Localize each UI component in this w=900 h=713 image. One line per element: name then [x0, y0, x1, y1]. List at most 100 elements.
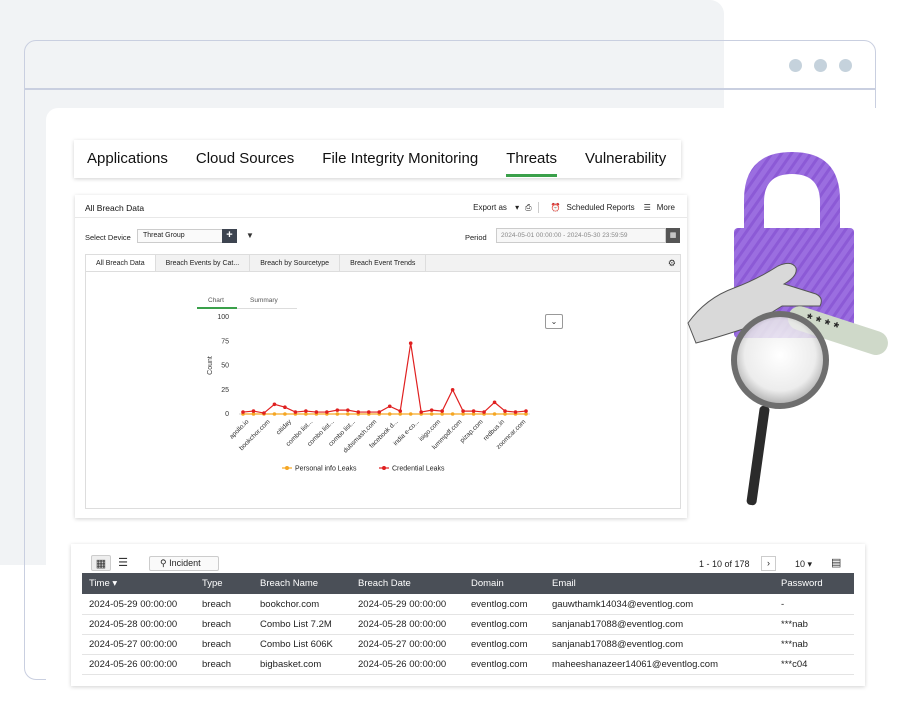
cell-domain: eventlog.com [471, 599, 528, 610]
calendar-icon[interactable]: ▦ [666, 228, 680, 243]
window-dot-3 [839, 59, 852, 72]
period-label: Period [465, 233, 487, 242]
cell-domain: eventlog.com [471, 639, 528, 650]
column-header-password[interactable]: Password [781, 573, 823, 594]
data-point [325, 410, 329, 414]
column-header-email[interactable]: Email [552, 573, 576, 594]
data-point [335, 412, 340, 416]
data-point [429, 408, 434, 412]
table-row[interactable]: 2024-05-28 00:00:00 breach Combo List 7.… [82, 615, 854, 635]
browser-title-bar-divider [24, 88, 876, 90]
cell-password: - [781, 599, 785, 610]
legend-label: Credential Leaks [392, 466, 445, 473]
cell-breach-date: 2024-05-29 00:00:00 [358, 599, 447, 610]
y-tick-label: 100 [217, 314, 229, 321]
cell-type: breach [202, 659, 232, 670]
data-point [450, 412, 455, 416]
breach-table-card: ▦ ☰ ⚲ Incident 1 - 10 of 178 › 10 ▾ ▤ Ti… [71, 544, 865, 686]
data-point [398, 409, 403, 413]
column-header-type[interactable]: Type [202, 573, 223, 594]
per-page-value: 10 [795, 559, 806, 569]
cell-password: ***nab [781, 619, 808, 630]
main-tab-bar: Applications Cloud Sources File Integrit… [74, 140, 681, 178]
cell-email: maheeshanazeer14061@eventlog.com [552, 659, 718, 670]
y-axis-label: Count [207, 356, 214, 375]
column-header-breach-date[interactable]: Breach Date [358, 573, 411, 594]
data-point [262, 411, 266, 415]
data-point [408, 412, 413, 416]
cell-time: 2024-05-29 00:00:00 [89, 599, 178, 610]
data-point [272, 402, 277, 407]
cell-email: gauwthamk14034@eventlog.com [552, 599, 694, 610]
more-icon: ☰ [643, 203, 651, 212]
data-point [482, 410, 486, 414]
filter-icon[interactable]: ▼ [246, 231, 254, 240]
data-point [356, 410, 361, 414]
cell-time: 2024-05-27 00:00:00 [89, 639, 178, 650]
column-settings-icon[interactable]: ▤ [831, 556, 841, 569]
cell-password: ***nab [781, 639, 808, 650]
tab-applications[interactable]: Applications [87, 140, 168, 178]
report-panel: All Breach Data Breach Events by Cat... … [85, 254, 681, 509]
data-point [241, 410, 245, 414]
breach-data-card: All Breach Data Export as ▾ ⎙ ⏰ Schedule… [75, 195, 687, 518]
cell-password: ***c04 [781, 659, 808, 670]
data-point [366, 410, 371, 414]
window-dot-1 [789, 59, 802, 72]
legend-label: Personal info Leaks [295, 466, 357, 473]
table-row[interactable]: 2024-05-29 00:00:00 breach bookchor.com … [82, 595, 854, 615]
data-point [461, 409, 465, 413]
select-device-label: Select Device [85, 233, 131, 242]
x-tick-label: pizap.com [459, 418, 485, 444]
tab-vulnerability[interactable]: Vulnerability [585, 140, 666, 178]
column-header-time[interactable]: Time ▾ [89, 573, 117, 594]
tab-cloud-sources[interactable]: Cloud Sources [196, 140, 294, 178]
cell-breach-name: bigbasket.com [260, 659, 322, 670]
cell-domain: eventlog.com [471, 659, 528, 670]
y-tick-label: 50 [221, 363, 229, 370]
period-input[interactable]: 2024-05-01 00:00:00 - 2024-05-30 23:59:5… [496, 228, 666, 243]
caret-down-icon: ▾ [515, 203, 520, 212]
list-view-icon[interactable]: ☰ [113, 555, 133, 571]
cell-email: sanjanab17088@eventlog.com [552, 639, 684, 650]
more-button[interactable]: More [657, 203, 675, 212]
export-button[interactable]: Export as ▾ [467, 203, 519, 212]
data-point [471, 409, 476, 413]
cell-breach-date: 2024-05-27 00:00:00 [358, 639, 447, 650]
data-point [440, 409, 444, 413]
scheduled-reports-button[interactable]: Scheduled Reports [567, 203, 635, 212]
next-page-button[interactable]: › [761, 556, 776, 571]
security-illustration: * * * * [687, 152, 888, 506]
card-actions: Export as ▾ ⎙ ⏰ Scheduled Reports ☰ More [461, 202, 675, 213]
y-tick-label: 0 [225, 411, 229, 418]
add-device-button[interactable]: + [222, 229, 237, 243]
tab-threats[interactable]: Threats [506, 140, 557, 178]
cell-time: 2024-05-28 00:00:00 [89, 619, 178, 630]
export-label: Export as [473, 203, 507, 212]
per-page-select[interactable]: 10 ▾ [795, 559, 812, 570]
magnifying-glass-icon [731, 311, 829, 506]
data-point [314, 410, 319, 414]
device-select[interactable]: Threat Group [137, 229, 225, 243]
breach-line-chart: 0255075100Countapollo.iobookchor.com citi… [207, 314, 530, 473]
data-point [251, 409, 256, 413]
grid-view-icon[interactable]: ▦ [91, 555, 111, 571]
cell-breach-name: Combo List 606K [260, 639, 333, 650]
data-point [419, 410, 423, 414]
table-row[interactable]: 2024-05-26 00:00:00 breach bigbasket.com… [82, 655, 854, 675]
incident-icon: ⚲ [160, 558, 167, 568]
cell-type: breach [202, 639, 232, 650]
table-row[interactable]: 2024-05-27 00:00:00 breach Combo List 60… [82, 635, 854, 655]
data-point [335, 408, 340, 412]
x-tick-label: citiday [275, 418, 294, 437]
pdf-icon[interactable]: ⎙ [525, 203, 531, 213]
alarm-clock-icon: ⏰ [550, 203, 561, 212]
column-header-breach-name[interactable]: Breach Name [260, 573, 318, 594]
data-point [346, 408, 350, 412]
data-point [346, 412, 350, 416]
column-header-domain[interactable]: Domain [471, 573, 504, 594]
cell-email: sanjanab17088@eventlog.com [552, 619, 684, 630]
data-point [450, 387, 455, 392]
incident-button[interactable]: ⚲ Incident [149, 556, 219, 571]
tab-file-integrity-monitoring[interactable]: File Integrity Monitoring [322, 140, 478, 178]
